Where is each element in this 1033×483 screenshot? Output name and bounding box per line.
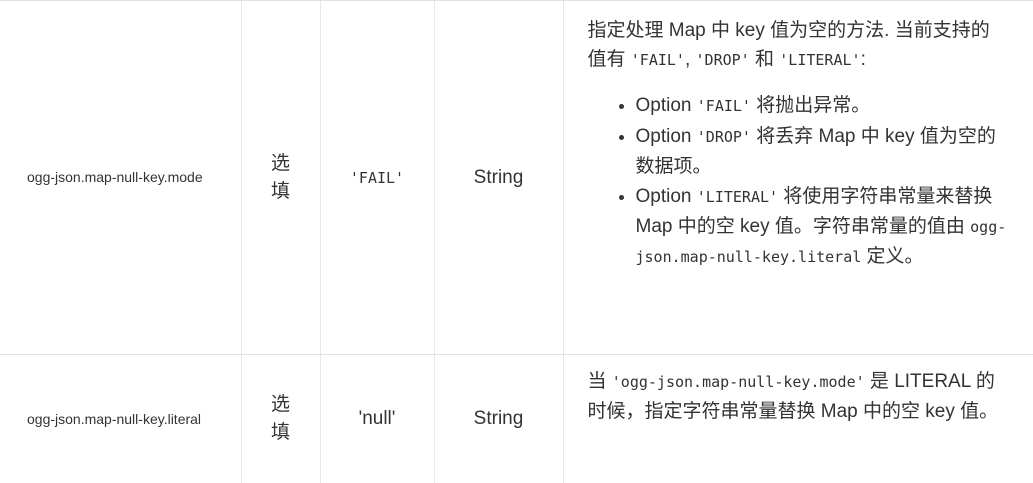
code-literal: 'LITERAL' <box>779 51 860 69</box>
default-cell: 'null' <box>320 355 434 483</box>
required-label: 选填 <box>271 150 291 206</box>
intro-and: 和 <box>750 49 780 70</box>
desc-code: 'ogg-json.map-null-key.mode' <box>612 373 865 391</box>
code-fail: 'FAIL' <box>631 51 685 69</box>
required-cell: 选填 <box>241 1 320 355</box>
option-code: 'LITERAL' <box>697 188 778 206</box>
option-key: ogg-json.map-null-key.mode <box>27 169 203 185</box>
option-key-cell: ogg-json.map-null-key.literal <box>0 355 241 483</box>
type-label: String <box>474 167 524 188</box>
option-text: 将抛出异常。 <box>751 95 870 116</box>
list-item: Option 'LITERAL' 将使用字符串常量来替换 Map 中的空 key… <box>636 182 1009 272</box>
default-value: 'null' <box>359 408 396 429</box>
intro-sep: , <box>685 49 696 70</box>
code-drop: 'DROP' <box>696 51 750 69</box>
default-cell: 'FAIL' <box>320 1 434 355</box>
desc-prefix: 当 <box>588 371 612 392</box>
default-value: 'FAIL' <box>350 169 404 187</box>
option-prefix: Option <box>636 95 697 116</box>
option-code: 'DROP' <box>697 128 751 146</box>
intro-end: : <box>861 49 866 70</box>
option-prefix: Option <box>636 186 697 207</box>
list-item: Option 'FAIL' 将抛出异常。 <box>636 91 1009 121</box>
required-label: 选填 <box>271 391 291 447</box>
description-intro: 指定处理 Map 中 key 值为空的方法. 当前支持的值有 'FAIL', '… <box>588 16 1009 75</box>
options-list: Option 'FAIL' 将抛出异常。 Option 'DROP' 将丢弃 M… <box>588 91 1009 272</box>
type-label: String <box>474 408 524 429</box>
type-cell: String <box>434 355 563 483</box>
description-text: 当 'ogg-json.map-null-key.mode' 是 LITERAL… <box>588 367 1009 426</box>
options-table: ogg-json.map-null-key.mode 选填 'FAIL' Str… <box>0 0 1033 483</box>
required-cell: 选填 <box>241 355 320 483</box>
table-row: ogg-json.map-null-key.literal 选填 'null' … <box>0 355 1033 483</box>
option-prefix: Option <box>636 126 697 147</box>
option-key: ogg-json.map-null-key.literal <box>27 411 201 427</box>
option-text-end: 定义。 <box>861 246 923 267</box>
option-key-cell: ogg-json.map-null-key.mode <box>0 1 241 355</box>
list-item: Option 'DROP' 将丢弃 Map 中 key 值为空的数据项。 <box>636 122 1009 181</box>
type-cell: String <box>434 1 563 355</box>
description-cell: 当 'ogg-json.map-null-key.mode' 是 LITERAL… <box>563 355 1033 483</box>
table-row: ogg-json.map-null-key.mode 选填 'FAIL' Str… <box>0 1 1033 355</box>
option-code: 'FAIL' <box>697 97 751 115</box>
description-cell: 指定处理 Map 中 key 值为空的方法. 当前支持的值有 'FAIL', '… <box>563 1 1033 355</box>
